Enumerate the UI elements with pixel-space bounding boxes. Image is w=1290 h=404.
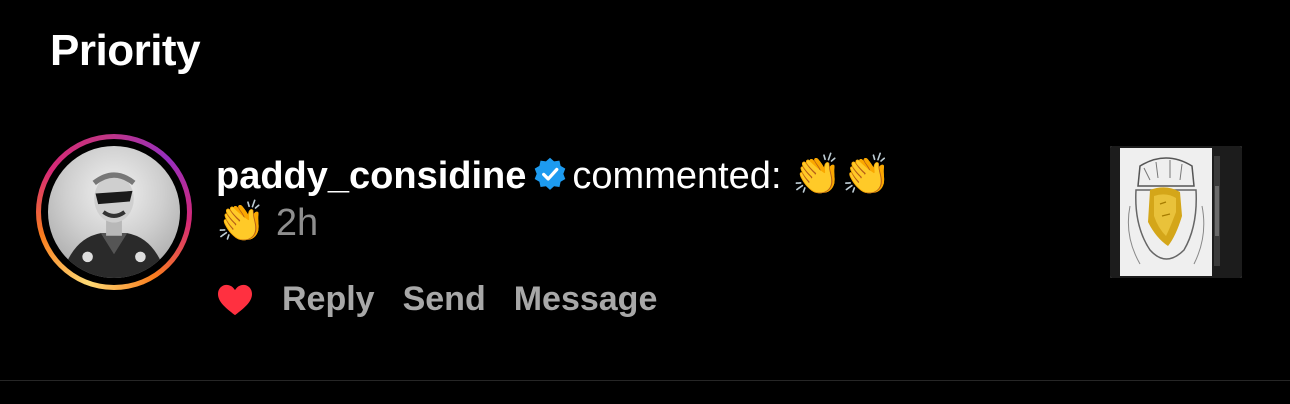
timestamp: 2h — [275, 202, 319, 244]
comment-emoji: 👏👏 — [792, 152, 892, 198]
send-button[interactable]: Send — [403, 280, 486, 319]
action-bar: Reply Send Message — [216, 280, 657, 319]
notification-text: paddy_considine commented: 👏👏 👏 2h — [216, 150, 1056, 248]
user-avatar — [61, 172, 167, 278]
section-title: Priority — [50, 26, 201, 75]
verified-badge-icon — [535, 157, 566, 190]
heart-icon[interactable] — [216, 283, 254, 317]
reply-button[interactable]: Reply — [282, 280, 375, 319]
post-thumbnail-image — [1110, 146, 1242, 278]
post-thumbnail[interactable] — [1110, 146, 1242, 278]
comment-emoji-continued: 👏 — [216, 199, 266, 245]
divider — [0, 380, 1290, 381]
avatar[interactable] — [48, 146, 180, 278]
notification-verb: commented: — [572, 155, 782, 197]
notifications-screen: Priority paddy_considine commented: 👏👏 👏… — [0, 0, 1290, 404]
username[interactable]: paddy_considine — [216, 155, 526, 197]
notification-row[interactable]: paddy_considine commented: 👏👏 👏 2h Reply … — [0, 130, 1290, 330]
avatar-story-ring[interactable] — [36, 134, 192, 290]
message-button[interactable]: Message — [514, 280, 658, 319]
